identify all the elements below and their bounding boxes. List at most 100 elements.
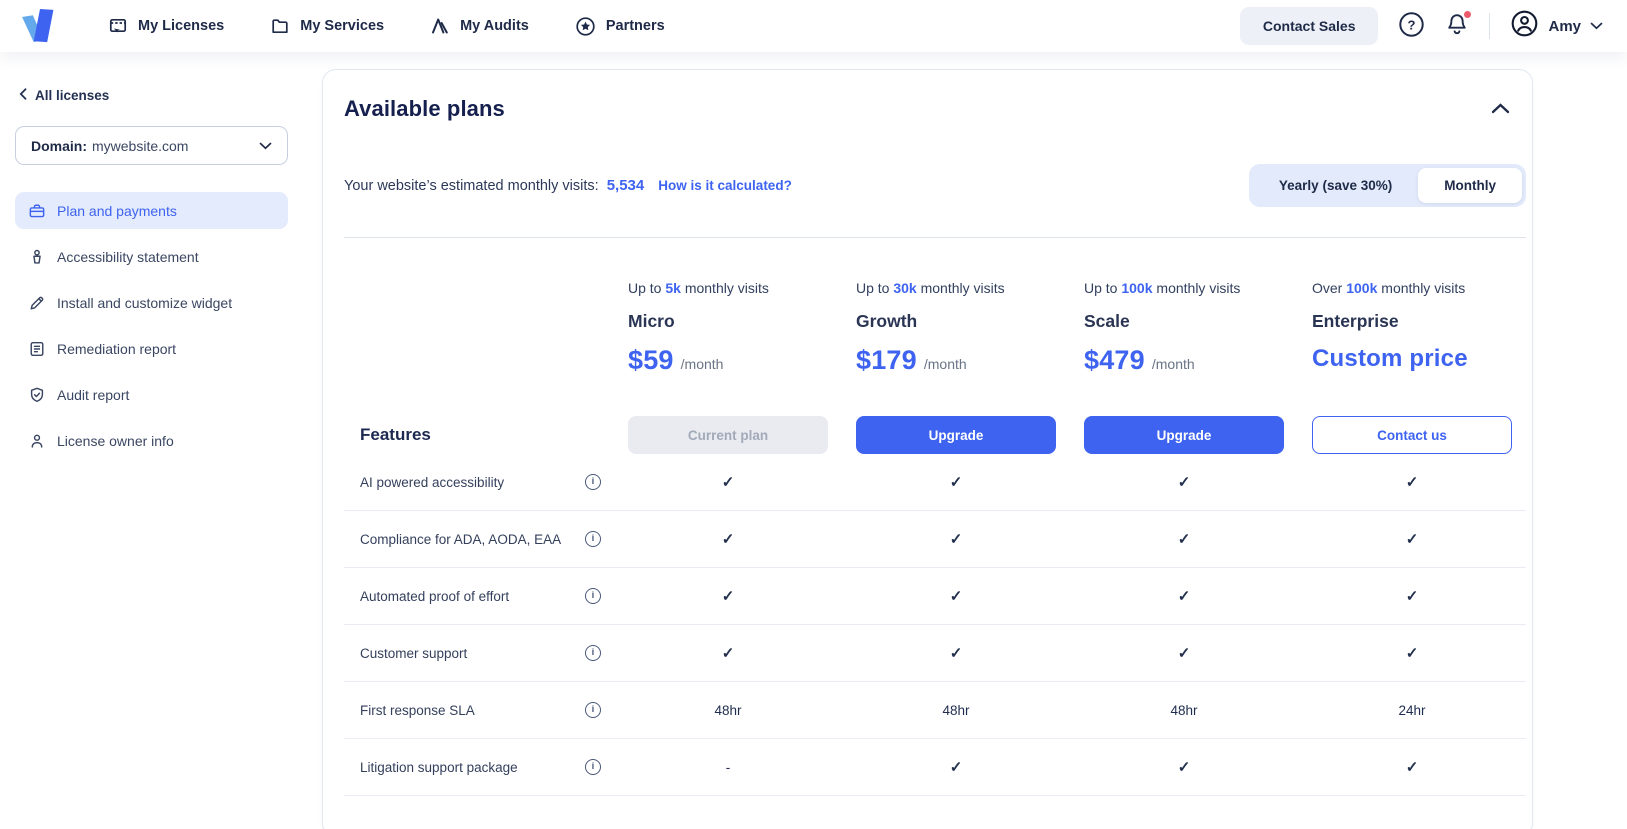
feature-value: 48hr	[614, 703, 842, 718]
sidebar-menu: Plan and payments Accessibility statemen…	[15, 192, 288, 459]
nav-item-my-licenses[interactable]: My Licenses	[108, 16, 224, 36]
sidebar-item-label: Plan and payments	[57, 203, 177, 219]
domain-select[interactable]: Domain: mywebsite.com	[15, 126, 288, 165]
sidebar-item-install-and-customize-widget[interactable]: Install and customize widget	[15, 284, 288, 321]
nav-item-partners[interactable]: Partners	[575, 16, 665, 37]
notification-dot	[1462, 9, 1473, 20]
feature-value: ✓	[842, 644, 1070, 662]
sidebar-item-license-owner-info[interactable]: License owner info	[15, 422, 288, 459]
feature-row-litigation-support-package: Litigation support package - ✓ ✓ ✓	[344, 739, 1526, 796]
chevron-up-icon	[1491, 103, 1510, 114]
feature-value: -	[614, 760, 842, 775]
document-icon	[28, 340, 46, 358]
info-icon[interactable]	[585, 474, 601, 490]
nav-label: My Licenses	[138, 18, 224, 34]
feature-value: ✓	[1070, 587, 1298, 605]
licenses-icon	[108, 16, 128, 36]
plan-visits-suffix: monthly visits	[1153, 280, 1241, 296]
shield-check-icon	[28, 386, 46, 404]
brand-logo-icon[interactable]	[20, 8, 62, 44]
visits-label: Your website’s estimated monthly visits:	[344, 178, 599, 194]
chevron-left-icon	[19, 88, 27, 103]
sidebar-item-label: Audit report	[57, 387, 129, 403]
toggle-yearly[interactable]: Yearly (save 30%)	[1253, 168, 1418, 203]
nav-label: My Services	[300, 18, 384, 34]
upgrade-scale-button[interactable]: Upgrade	[1084, 416, 1284, 454]
feature-value: ✓	[842, 758, 1070, 776]
info-icon[interactable]	[585, 588, 601, 604]
feature-value: ✓	[842, 587, 1070, 605]
plan-visits-prefix: Up to	[1084, 280, 1117, 296]
user-menu[interactable]: Amy	[1510, 9, 1603, 43]
plan-visits-value: 30k	[893, 280, 916, 296]
plan-visits-value: 5k	[665, 280, 681, 296]
help-button[interactable]: ?	[1398, 11, 1425, 41]
info-icon[interactable]	[585, 759, 601, 775]
plan-visits-suffix: monthly visits	[917, 280, 1005, 296]
billing-period-toggle: Yearly (save 30%) Monthly	[1249, 164, 1526, 207]
collapse-section-button[interactable]	[1487, 98, 1514, 121]
services-icon	[270, 16, 290, 36]
feature-value: ✓	[1070, 530, 1298, 548]
avatar-icon	[1510, 9, 1539, 43]
sidebar-item-label: Accessibility statement	[57, 249, 199, 265]
briefcase-icon	[28, 202, 46, 220]
estimated-visits-line: Your website’s estimated monthly visits:…	[344, 177, 792, 194]
nav-item-my-audits[interactable]: My Audits	[430, 16, 529, 36]
audits-icon	[430, 16, 450, 36]
primary-nav: My Licenses My Services My Audits Partne…	[108, 16, 665, 37]
feature-value: ✓	[1070, 758, 1298, 776]
toggle-monthly[interactable]: Monthly	[1418, 168, 1522, 203]
top-nav-actions: Contact Sales ? Amy	[1240, 7, 1603, 45]
feature-row-ai-powered-accessibility: AI powered accessibility ✓ ✓ ✓ ✓	[344, 454, 1526, 511]
upgrade-growth-button[interactable]: Upgrade	[856, 416, 1056, 454]
plan-visits-value: 100k	[1346, 280, 1377, 296]
chevron-down-icon	[259, 142, 272, 150]
feature-value: ✓	[1298, 587, 1526, 605]
sidebar-item-remediation-report[interactable]: Remediation report	[15, 330, 288, 367]
plan-name: Scale	[1084, 311, 1284, 332]
plan-price: $479	[1084, 345, 1145, 376]
top-nav: My Licenses My Services My Audits Partne…	[0, 0, 1627, 52]
domain-value: mywebsite.com	[92, 138, 188, 154]
how-calculated-link[interactable]: How is it calculated?	[658, 178, 792, 193]
sidebar-item-label: License owner info	[57, 433, 174, 449]
feature-value: 48hr	[842, 703, 1070, 718]
pencil-icon	[28, 294, 46, 312]
plan-price: $59	[628, 345, 674, 376]
plan-period: /month	[1152, 356, 1195, 372]
plan-period: /month	[681, 356, 724, 372]
feature-value: ✓	[1298, 758, 1526, 776]
partners-icon	[575, 16, 596, 37]
plan-visits-prefix: Up to	[856, 280, 889, 296]
plan-header-enterprise: Over 100k monthly visits Enterprise Cust…	[1312, 280, 1512, 373]
accessibility-icon	[28, 248, 46, 266]
feature-label: AI powered accessibility	[360, 475, 504, 490]
sidebar-item-plan-and-payments[interactable]: Plan and payments	[15, 192, 288, 229]
back-label: All licenses	[35, 88, 109, 103]
plan-name: Growth	[856, 311, 1056, 332]
feature-row-first-response-sla: First response SLA 48hr 48hr 48hr 24hr	[344, 682, 1526, 739]
feature-label: Automated proof of effort	[360, 589, 509, 604]
info-icon[interactable]	[585, 702, 601, 718]
current-plan-button[interactable]: Current plan	[628, 416, 828, 454]
contact-sales-button[interactable]: Contact Sales	[1240, 7, 1379, 45]
feature-value: 48hr	[1070, 703, 1298, 718]
plan-name: Enterprise	[1312, 311, 1512, 332]
feature-value: ✓	[842, 473, 1070, 491]
sidebar-item-audit-report[interactable]: Audit report	[15, 376, 288, 413]
plan-header-growth: Up to 30k monthly visits Growth $179/mon…	[856, 280, 1056, 376]
info-icon[interactable]	[585, 645, 601, 661]
sidebar-item-accessibility-statement[interactable]: Accessibility statement	[15, 238, 288, 275]
feature-value: ✓	[842, 530, 1070, 548]
plan-name: Micro	[628, 311, 828, 332]
main-content: Available plans Your website’s estimated…	[322, 52, 1627, 829]
back-to-all-licenses[interactable]: All licenses	[15, 88, 288, 103]
contact-us-button[interactable]: Contact us	[1312, 416, 1512, 454]
feature-label: Compliance for ADA, AODA, EAA	[360, 532, 561, 547]
feature-row-automated-proof-of-effort: Automated proof of effort ✓ ✓ ✓ ✓	[344, 568, 1526, 625]
nav-item-my-services[interactable]: My Services	[270, 16, 384, 36]
plan-header-micro: Up to 5k monthly visits Micro $59/month	[628, 280, 828, 376]
notifications-button[interactable]	[1445, 12, 1469, 41]
info-icon[interactable]	[585, 531, 601, 547]
